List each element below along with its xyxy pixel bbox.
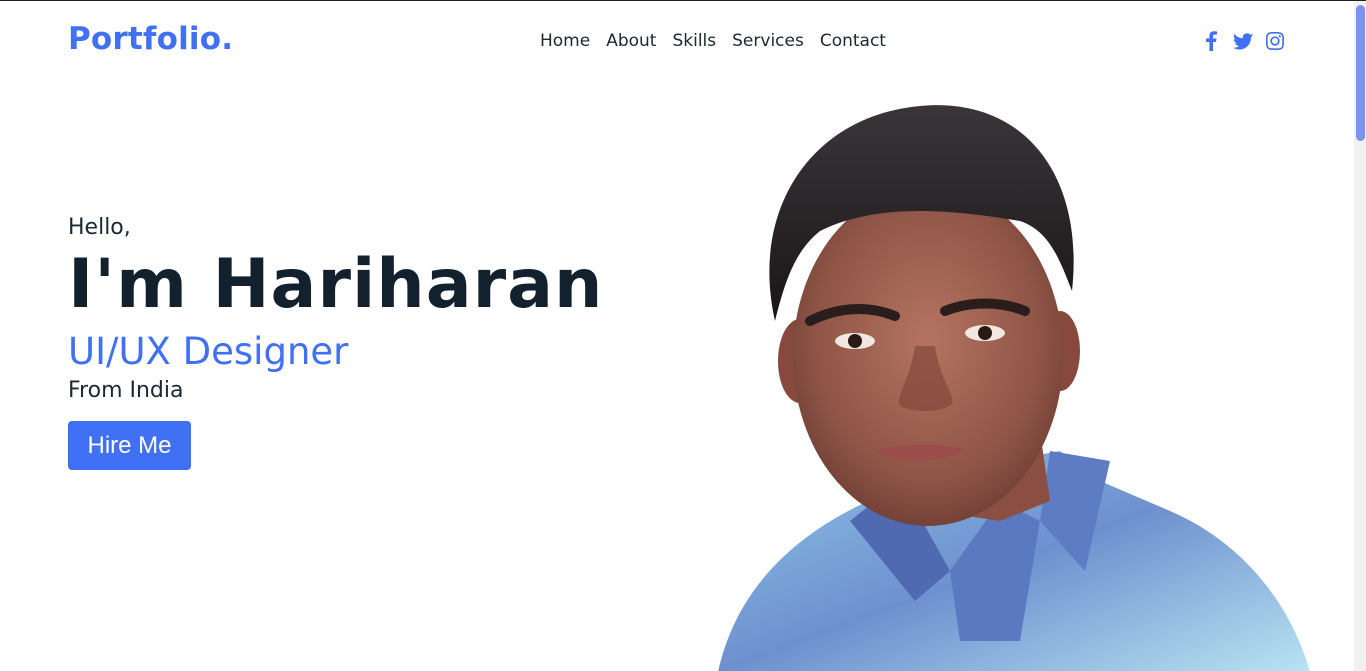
nav-link-home[interactable]: Home — [540, 31, 590, 51]
nav-link-about[interactable]: About — [606, 31, 656, 51]
instagram-icon[interactable] — [1265, 31, 1285, 51]
hire-me-button[interactable]: Hire Me — [68, 421, 191, 470]
main-nav: Home About Skills Services Contact — [540, 31, 886, 51]
hero-name: I'm Hariharan — [68, 245, 604, 324]
hero-location: From India — [68, 378, 184, 403]
nav-link-contact[interactable]: Contact — [820, 31, 886, 51]
hero-greeting: Hello, — [68, 215, 131, 240]
nav-link-services[interactable]: Services — [732, 31, 804, 51]
logo[interactable]: Portfolio. — [68, 21, 233, 57]
site-header: Portfolio. Home About Skills Services Co… — [0, 1, 1354, 85]
facebook-icon[interactable] — [1201, 31, 1221, 51]
hero-section: Hello, I'm Hariharan UI/UX Designer From… — [68, 215, 603, 470]
page-scrollbar[interactable] — [1354, 1, 1366, 671]
nav-link-skills[interactable]: Skills — [672, 31, 716, 51]
social-links — [1201, 31, 1285, 51]
hero-role: UI/UX Designer — [68, 330, 349, 373]
scrollbar-thumb[interactable] — [1356, 5, 1365, 141]
profile-photo — [700, 101, 1320, 671]
twitter-icon[interactable] — [1233, 31, 1253, 51]
